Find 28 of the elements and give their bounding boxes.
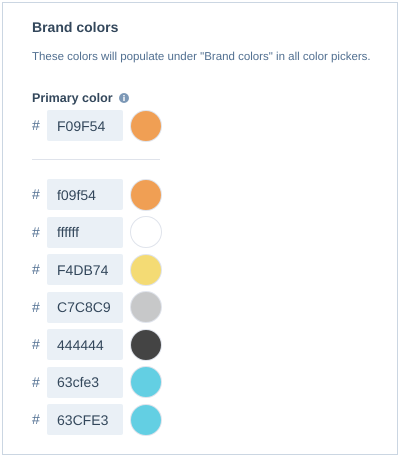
hash-prefix: # [32,260,41,279]
section-title: Brand colors [32,18,120,36]
color-swatch[interactable] [130,216,162,248]
hex-input[interactable]: 444444 [47,329,123,360]
hash-prefix: # [32,222,41,242]
hash-prefix: # [32,372,41,392]
color-swatch[interactable] [130,178,162,210]
hex-input[interactable]: 63CFE3 [47,404,123,435]
hex-input[interactable]: 63cfe3 [47,366,123,398]
hex-input[interactable]: F09F54 [47,110,123,141]
info-icon[interactable] [118,93,129,103]
hex-input[interactable]: C7C8C9 [47,292,123,322]
description: These colors will populate under "Brand colors" in all color pickers. [32,50,372,64]
hash-prefix: # [32,116,41,135]
color-swatch[interactable] [130,291,162,323]
color-swatch[interactable] [130,110,162,142]
hash-prefix: # [32,185,41,204]
hash-prefix: # [32,410,41,429]
color-swatch[interactable] [130,328,162,360]
color-swatch[interactable] [130,366,162,398]
color-swatch[interactable] [130,404,162,436]
color-swatch[interactable] [130,254,162,286]
hex-input[interactable]: f09f54 [47,179,123,210]
field-label: Primary color [32,90,113,107]
hex-input[interactable]: ffffff [47,216,123,248]
hash-prefix: # [32,298,41,316]
hex-input[interactable]: F4DB74 [47,254,123,285]
hash-prefix: # [32,335,41,354]
